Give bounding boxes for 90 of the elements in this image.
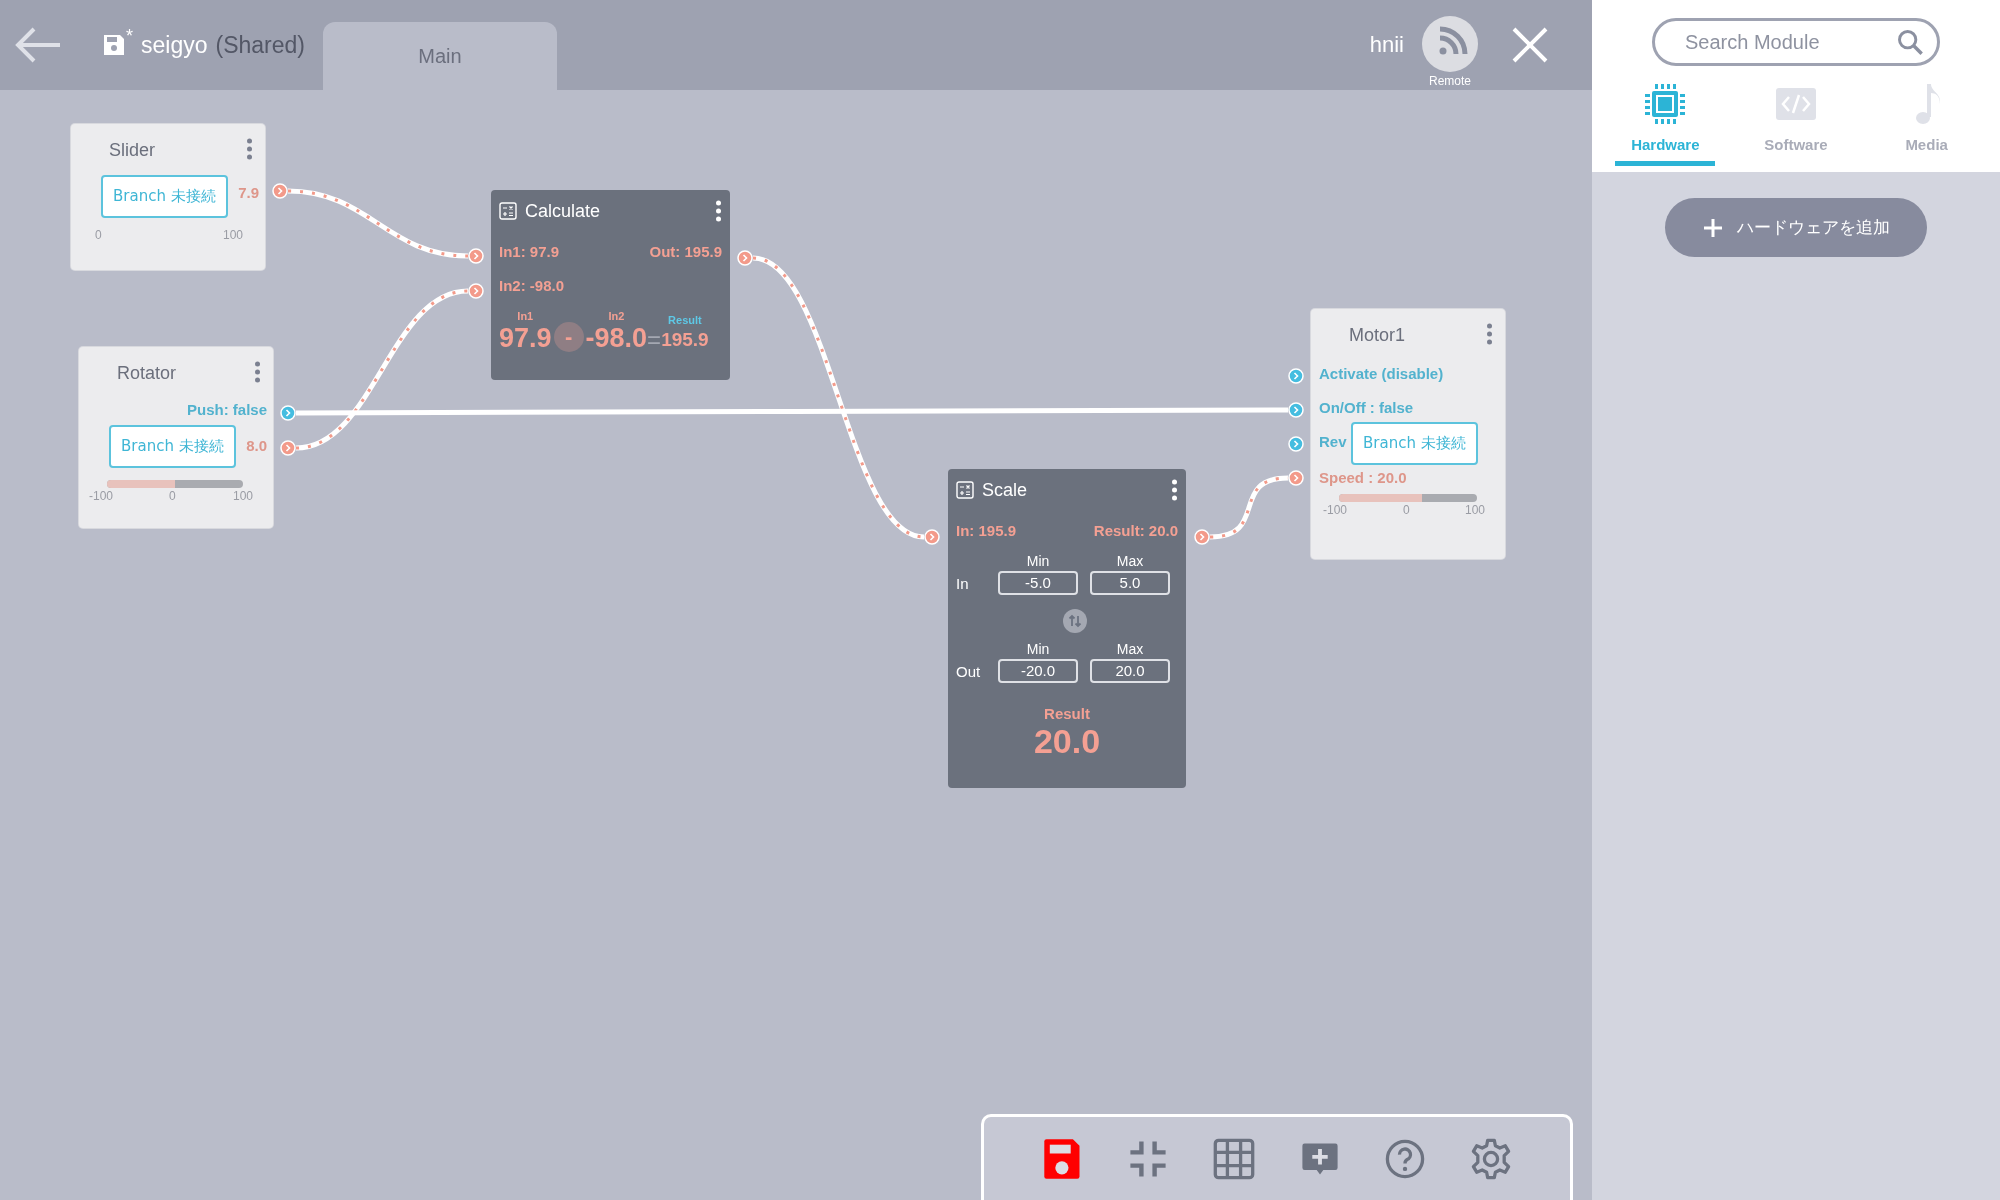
operand-label: In1	[517, 310, 534, 322]
scale-label: 0	[95, 228, 102, 242]
scale-label: 0	[1403, 503, 1410, 517]
scale-label: -100	[89, 489, 114, 503]
scale-node[interactable]: Scale In: 195.9 Result: 20.0 Min Max In -5.0 5.0 Min Max Out -20.0 20.0 Result 20.0	[948, 469, 1186, 788]
scale-label: 100	[222, 228, 243, 242]
tab[interactable]: Main	[323, 22, 557, 90]
range-label: In	[956, 574, 970, 592]
min-label: Min	[1025, 641, 1051, 657]
more-icon[interactable]	[1486, 323, 1493, 345]
branch-status: Branch 未接続	[109, 425, 236, 468]
more-icon[interactable]	[246, 138, 253, 160]
port-label: Rev	[1319, 433, 1347, 450]
shared-label: (Shared)	[215, 31, 305, 59]
node-title: Rotator	[117, 363, 177, 384]
port-handle[interactable]	[1288, 368, 1304, 384]
range-label: Out	[956, 662, 982, 680]
close-icon[interactable]	[1510, 25, 1550, 65]
result-label: Result	[1043, 705, 1091, 722]
node-title: Slider	[109, 140, 156, 161]
node-title: Calculate	[525, 200, 601, 222]
result-label: Result	[668, 314, 702, 326]
swap-icon[interactable]	[1063, 609, 1087, 633]
scale-label: 100	[1464, 503, 1485, 517]
push-state: Push: false	[186, 401, 267, 418]
port-handle[interactable]	[1194, 529, 1210, 545]
search-field[interactable]: Search Module	[1652, 18, 1940, 66]
port-handle[interactable]	[1288, 402, 1304, 418]
category-tab[interactable]: Media	[1876, 82, 1977, 166]
file-name: seigyo	[141, 31, 208, 59]
node-title: Motor1	[1349, 325, 1406, 346]
category-tab[interactable]: Hardware	[1615, 82, 1716, 166]
calculator-icon	[499, 202, 517, 220]
output-value: Out: 195.9	[649, 242, 722, 260]
scale-label: 100	[232, 489, 253, 503]
max-field[interactable]: 20.0	[1090, 659, 1170, 683]
port-handle[interactable]	[1288, 470, 1304, 486]
port-handle[interactable]	[272, 183, 288, 199]
add-hardware-button[interactable]: ハードウェアを追加	[1665, 198, 1927, 257]
port-handle[interactable]	[737, 250, 753, 266]
chip-icon	[1643, 82, 1688, 126]
remote-label: Remote	[1429, 74, 1471, 88]
operand-value: -98.0	[585, 322, 648, 354]
port-handle[interactable]	[1288, 436, 1304, 452]
min-label: Min	[1025, 553, 1051, 569]
min-field[interactable]: -5.0	[998, 571, 1078, 595]
search-icon[interactable]	[1896, 28, 1924, 56]
branch-status: Branch 未接続	[1351, 422, 1478, 465]
plus-icon	[1702, 217, 1723, 238]
rotator-value: 8.0	[246, 437, 267, 454]
slider-node[interactable]: Slider Branch 未接続 7.9 0 100	[71, 124, 265, 270]
node-title: Scale	[982, 479, 1028, 501]
rotator-node[interactable]: Rotator Push: false Branch 未接続 8.0 -100 0 100	[79, 347, 273, 528]
max-label: Max	[1115, 641, 1145, 657]
rss-feed-icon[interactable]	[1422, 16, 1478, 72]
port-handle[interactable]	[280, 440, 296, 456]
input-value: In2: -98.0	[499, 276, 565, 294]
back-arrow-icon[interactable]	[14, 26, 62, 64]
calculate-node[interactable]: Calculate In1: 97.9 Out: 195.9 In2: -98.0 In1 97.9 - In2 -98.0= Result 195.9	[491, 190, 730, 380]
result-value: 195.9	[661, 328, 709, 352]
branch-status: Branch 未接続	[101, 175, 228, 218]
motor-node[interactable]: Motor1 Activate (disable) On/Off : false Rev Branch 未接続 Speed : 20.0 -100 0 100	[1311, 309, 1505, 559]
more-icon[interactable]	[715, 200, 722, 222]
port-handle[interactable]	[924, 529, 940, 545]
port-handle[interactable]	[468, 248, 484, 264]
input-value: In: 195.9	[956, 521, 1017, 539]
equals-sign: =	[647, 326, 662, 354]
scale-label: -100	[1323, 503, 1348, 517]
category-tab[interactable]: Software	[1746, 82, 1846, 166]
port-handle[interactable]	[468, 283, 484, 299]
min-field[interactable]: -20.0	[998, 659, 1078, 683]
unsaved-mark: *	[126, 26, 133, 47]
result-value: 20.0	[1032, 722, 1102, 761]
max-field[interactable]: 5.0	[1090, 571, 1170, 595]
slider-value: 7.9	[238, 184, 259, 201]
scale-label: 0	[169, 489, 176, 503]
input-value: In1: 97.9	[499, 242, 560, 260]
output-value: Result: 20.0	[1093, 521, 1178, 539]
more-icon[interactable]	[1171, 479, 1178, 501]
more-icon[interactable]	[254, 361, 261, 383]
calculator-icon	[956, 481, 974, 499]
port-handle[interactable]	[280, 405, 296, 421]
operand-value: 97.9	[499, 322, 552, 354]
port-label: Speed : 20.0	[1319, 469, 1407, 486]
grid-icon[interactable]	[1212, 1136, 1257, 1181]
operand-label: In2	[608, 310, 625, 322]
max-label: Max	[1115, 553, 1145, 569]
port-label: On/Off : false	[1319, 399, 1414, 416]
user-name: hnii	[1369, 32, 1404, 58]
port-label: Activate (disable)	[1319, 365, 1444, 382]
